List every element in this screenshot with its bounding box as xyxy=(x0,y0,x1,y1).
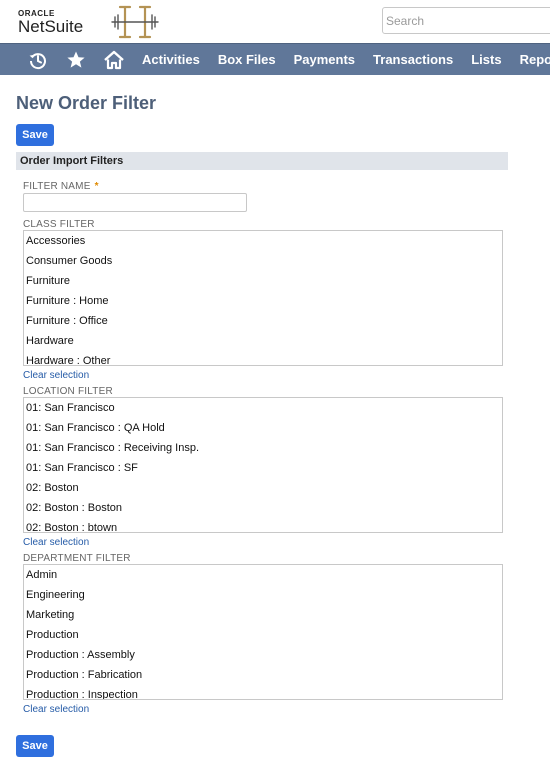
list-option[interactable]: Production xyxy=(24,625,502,645)
list-option[interactable]: 02: Boston xyxy=(24,478,502,498)
list-option[interactable]: 01: San Francisco : SF xyxy=(24,458,502,478)
list-option[interactable]: Furniture : Home xyxy=(24,291,502,311)
class-filter-listbox[interactable]: Accessories Consumer Goods Furniture Fur… xyxy=(23,230,503,366)
nav-item-payments[interactable]: Payments xyxy=(285,44,364,75)
department-filter-clear-selection-link[interactable]: Clear selection xyxy=(23,704,89,715)
required-marker: * xyxy=(94,181,99,192)
nav-item-box-files[interactable]: Box Files xyxy=(209,44,285,75)
main-nav: Activities Box Files Payments Transactio… xyxy=(0,43,550,75)
home-icon[interactable] xyxy=(95,44,133,75)
filter-name-input[interactable] xyxy=(23,193,247,212)
company-logo-icon xyxy=(111,5,159,39)
recent-records-icon[interactable] xyxy=(19,44,57,75)
class-filter-label: CLASS FILTER xyxy=(23,219,95,230)
page-title: New Order Filter xyxy=(16,93,157,113)
save-button-top[interactable]: Save xyxy=(16,124,54,146)
list-option[interactable]: Accessories xyxy=(24,231,502,251)
list-option[interactable]: 01: San Francisco xyxy=(24,398,502,418)
save-button-bottom[interactable]: Save xyxy=(16,735,54,757)
location-filter-clear-selection-link[interactable]: Clear selection xyxy=(23,537,89,548)
list-option[interactable]: Production : Fabrication xyxy=(24,665,502,685)
location-filter-label: LOCATION FILTER xyxy=(23,386,113,397)
list-option[interactable]: Hardware xyxy=(24,331,502,351)
nav-item-reports[interactable]: Reports xyxy=(511,44,550,75)
class-filter-clear-selection-link[interactable]: Clear selection xyxy=(23,370,89,381)
nav-item-transactions[interactable]: Transactions xyxy=(364,44,462,75)
list-option[interactable]: 02: Boston : Boston xyxy=(24,498,502,518)
list-option[interactable]: Production : Inspection xyxy=(24,685,502,699)
department-filter-label: DEPARTMENT FILTER xyxy=(23,553,131,564)
list-option[interactable]: 01: San Francisco : QA Hold xyxy=(24,418,502,438)
netsuite-wordmark: NetSuite xyxy=(18,17,84,36)
filter-name-label: FILTER NAME * xyxy=(23,181,99,192)
nav-item-activities[interactable]: Activities xyxy=(133,44,209,75)
nav-item-lists[interactable]: Lists xyxy=(462,44,510,75)
location-filter-listbox[interactable]: 01: San Francisco 01: San Francisco : QA… xyxy=(23,397,503,533)
netsuite-logo[interactable]: ORACLE NetSuite xyxy=(18,9,83,36)
list-option[interactable]: Admin xyxy=(24,565,502,585)
department-filter-listbox[interactable]: Admin Engineering Marketing Production P… xyxy=(23,564,503,700)
list-option[interactable]: Hardware : Other xyxy=(24,351,502,365)
list-option[interactable]: Marketing xyxy=(24,605,502,625)
list-option[interactable]: Furniture : Office xyxy=(24,311,502,331)
filter-name-label-text: FILTER NAME xyxy=(23,181,91,192)
list-option[interactable]: 01: San Francisco : Receiving Insp. xyxy=(24,438,502,458)
star-icon[interactable] xyxy=(57,44,95,75)
section-header-order-import-filters: Order Import Filters xyxy=(16,152,508,170)
list-option[interactable]: 02: Boston : btown xyxy=(24,518,502,532)
top-header: ORACLE NetSuite xyxy=(0,0,550,43)
search-input[interactable] xyxy=(382,7,550,34)
list-option[interactable]: Consumer Goods xyxy=(24,251,502,271)
list-option[interactable]: Furniture xyxy=(24,271,502,291)
list-option[interactable]: Production : Assembly xyxy=(24,645,502,665)
list-option[interactable]: Engineering xyxy=(24,585,502,605)
